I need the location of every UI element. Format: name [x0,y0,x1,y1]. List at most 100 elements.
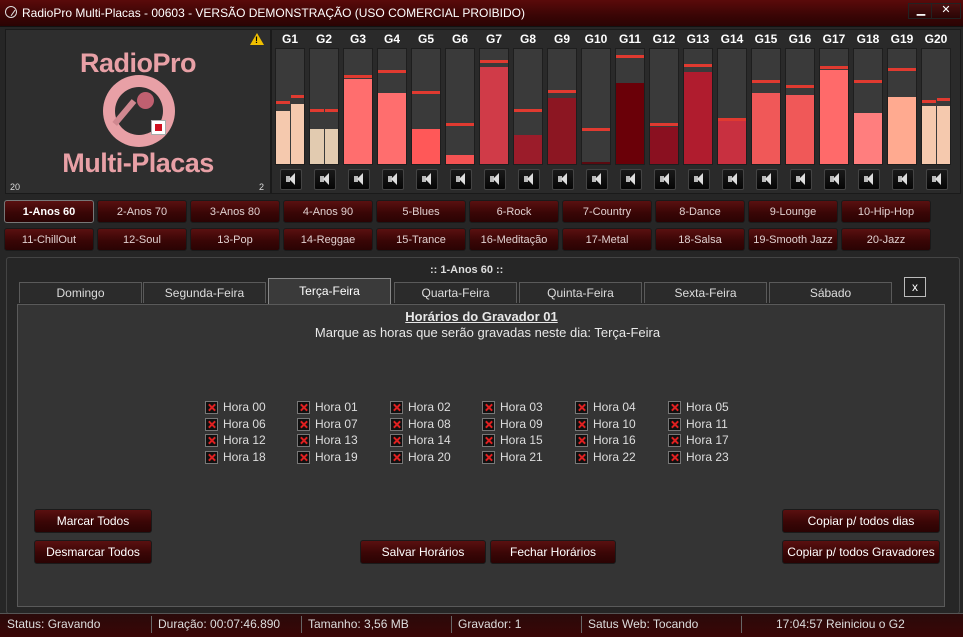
checked-x-icon[interactable] [668,418,681,431]
copy-all-days-button[interactable]: Copiar p/ todos dias [782,509,940,533]
title-bar: RadioPro Multi-Placas - 00603 - VERSÃO D… [0,0,963,27]
preset-button[interactable]: 8-Dance [655,200,745,223]
channel-g18: G18 [852,30,884,193]
speaker-icon[interactable] [620,169,642,190]
preset-button[interactable]: 1-Anos 60 [4,200,94,223]
speaker-icon[interactable] [722,169,744,190]
speaker-icon[interactable] [892,169,914,190]
speaker-icon[interactable] [654,169,676,190]
status-message: 17:04:57 Reiniciou o G2 [776,617,905,631]
level-meter [445,48,475,165]
level-meter [717,48,747,165]
preset-button[interactable]: 14-Reggae [283,228,373,251]
preset-button[interactable]: 9-Lounge [748,200,838,223]
unmark-all-button[interactable]: Desmarcar Todos [34,540,152,564]
checked-x-icon[interactable] [482,418,495,431]
level-fill [718,121,746,164]
level-fill [480,67,508,164]
speaker-icon[interactable] [518,169,540,190]
checked-x-icon[interactable] [205,451,218,464]
preset-button[interactable]: 10-Hip-Hop [841,200,931,223]
tab-domingo[interactable]: Domingo [19,282,142,303]
checked-x-icon[interactable] [205,418,218,431]
tab-s-bado[interactable]: Sábado [769,282,892,303]
preset-button[interactable]: 19-Smooth Jazz [748,228,838,251]
speaker-icon[interactable] [926,169,948,190]
speaker-icon[interactable] [314,169,336,190]
preset-button[interactable]: 16-Meditação [469,228,559,251]
peak-marker [752,80,780,83]
checked-x-icon[interactable] [482,434,495,447]
tab-quinta-feira[interactable]: Quinta-Feira [519,282,642,303]
checked-x-icon[interactable] [575,434,588,447]
checked-x-icon[interactable] [390,451,403,464]
speaker-icon[interactable] [858,169,880,190]
level-fill [752,93,780,164]
preset-button[interactable]: 20-Jazz [841,228,931,251]
tab-sexta-feira[interactable]: Sexta-Feira [644,282,767,303]
checked-x-icon[interactable] [297,434,310,447]
speaker-icon[interactable] [552,169,574,190]
channel-g1: G1 [274,30,306,193]
preset-button[interactable]: 6-Rock [469,200,559,223]
checked-x-icon[interactable] [668,451,681,464]
speaker-icon[interactable] [790,169,812,190]
speaker-icon[interactable] [382,169,404,190]
preset-button[interactable]: 11-ChillOut [4,228,94,251]
checked-x-icon[interactable] [205,401,218,414]
preset-button[interactable]: 5-Blues [376,200,466,223]
checked-x-icon[interactable] [575,401,588,414]
speaker-icon[interactable] [688,169,710,190]
speaker-icon[interactable] [348,169,370,190]
checked-x-icon[interactable] [575,451,588,464]
checked-x-icon[interactable] [668,401,681,414]
warning-icon[interactable]: ! [250,33,264,45]
checked-x-icon[interactable] [482,451,495,464]
close-hours-button[interactable]: Fechar Horários [490,540,616,564]
hour-label: Hora 16 [593,433,636,447]
checked-x-icon[interactable] [390,401,403,414]
speaker-icon[interactable] [756,169,778,190]
tab-ter-a-feira[interactable]: Terça-Feira [268,278,391,305]
close-window-button[interactable]: ✕ [931,3,961,19]
save-hours-button[interactable]: Salvar Horários [360,540,486,564]
preset-button[interactable]: 12-Soul [97,228,187,251]
preset-button[interactable]: 18-Salsa [655,228,745,251]
speaker-icon[interactable] [280,169,302,190]
preset-button[interactable]: 2-Anos 70 [97,200,187,223]
speaker-icon[interactable] [824,169,846,190]
channel-label: G9 [553,32,570,46]
checked-x-icon[interactable] [668,434,681,447]
checked-x-icon[interactable] [205,434,218,447]
speaker-icon[interactable] [586,169,608,190]
copy-all-recorders-button[interactable]: Copiar p/ todos Gravadores [782,540,940,564]
preset-button[interactable]: 3-Anos 80 [190,200,280,223]
peak-marker [344,75,372,78]
close-panel-button[interactable]: x [904,277,926,297]
level-meter [343,48,373,165]
tab-quarta-feira[interactable]: Quarta-Feira [394,282,517,303]
hour-label: Hora 06 [223,417,266,431]
tab-segunda-feira[interactable]: Segunda-Feira [143,282,266,303]
checked-x-icon[interactable] [297,401,310,414]
channel-g6: G6 [444,30,476,193]
preset-button[interactable]: 13-Pop [190,228,280,251]
speaker-icon[interactable] [484,169,506,190]
preset-button[interactable]: 15-Trance [376,228,466,251]
checked-x-icon[interactable] [390,434,403,447]
checked-x-icon[interactable] [575,418,588,431]
preset-button[interactable]: 4-Anos 90 [283,200,373,223]
checked-x-icon[interactable] [297,451,310,464]
status-recorder: Gravador: 1 [458,617,522,631]
preset-button[interactable]: 7-Country [562,200,652,223]
checked-x-icon[interactable] [482,401,495,414]
speaker-icon[interactable] [450,169,472,190]
level-meter [377,48,407,165]
level-fill [325,129,338,164]
peak-marker [582,128,610,131]
speaker-icon[interactable] [416,169,438,190]
checked-x-icon[interactable] [390,418,403,431]
checked-x-icon[interactable] [297,418,310,431]
preset-button[interactable]: 17-Metal [562,228,652,251]
mark-all-button[interactable]: Marcar Todos [34,509,152,533]
